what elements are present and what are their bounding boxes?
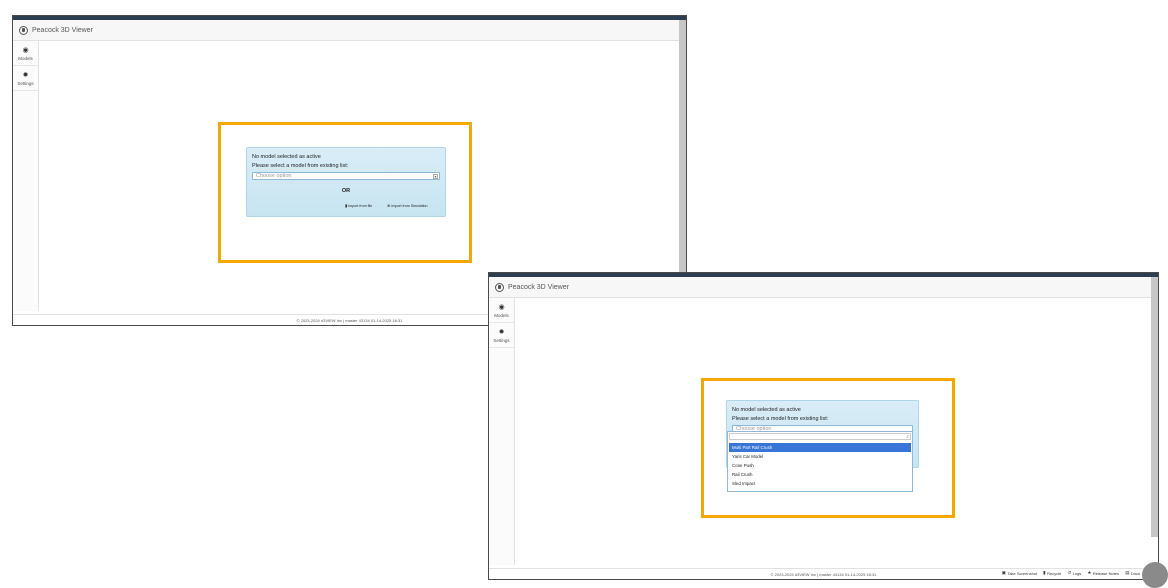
action-label: Release Notes (1092, 570, 1120, 576)
select-prompt-text: Please select a model from existing list… (732, 416, 829, 422)
viewer-window-2: Peacock 3D Viewer ◉ Models ✹ Settings No… (488, 272, 1159, 580)
app-title: Peacock 3D Viewer (32, 26, 93, 34)
docs-button[interactable]: ▤ Docs (1125, 570, 1140, 576)
dropdown-option[interactable]: Sled Impact (729, 479, 911, 488)
sidebar-item-models[interactable]: ◉ Models (489, 298, 514, 323)
title-bar: Peacock 3D Viewer (13, 20, 686, 41)
logs-button[interactable]: ↺ Logs (1067, 570, 1081, 576)
search-icon: ⌕ (906, 434, 909, 440)
app-title: Peacock 3D Viewer (508, 283, 569, 291)
no-model-text: No model selected as active (732, 407, 801, 413)
sidebar-item-label: Settings (493, 338, 510, 343)
plus-circle-icon: ⊕ (387, 203, 391, 208)
model-select-panel: No model selected as active Please selec… (246, 147, 446, 217)
cube-icon: ◉ (498, 304, 505, 311)
import-file-label: Import from file (348, 203, 373, 208)
camera-icon: ▣ (1001, 570, 1006, 575)
model-select[interactable]: Choose option ▾ (252, 172, 440, 180)
sidebar-item-settings[interactable]: ✹ Settings (13, 66, 38, 91)
release-notes-button[interactable]: ★ Release Notes (1087, 570, 1119, 576)
sidebar: ◉ Models ✹ Settings (489, 298, 515, 565)
dropdown-option[interactable]: Rail Crush (729, 470, 911, 479)
recycle-button[interactable]: ▮ Recycle (1043, 570, 1061, 576)
select-prompt-text: Please select a model from existing list… (252, 163, 349, 169)
no-model-text: No model selected as active (252, 154, 321, 160)
dropdown-option[interactable]: Yaris Car Model (729, 452, 911, 461)
import-simulation-label: Import from Simulation (391, 203, 428, 208)
cube-icon: ◉ (22, 47, 29, 54)
gear-icon: ✹ (22, 72, 29, 79)
scrollbar[interactable] (679, 20, 686, 275)
sidebar-item-models[interactable]: ◉ Models (13, 41, 38, 66)
app-logo-icon (19, 25, 28, 35)
action-label: Logs (1072, 570, 1082, 576)
gear-icon: ✹ (498, 329, 505, 336)
book-icon: ▤ (1125, 570, 1130, 575)
dropdown-search-input[interactable]: ⌕ (729, 433, 911, 440)
import-simulation-button[interactable]: ⊕ Import from Simulation (387, 203, 428, 208)
app-logo-icon (495, 282, 504, 292)
sidebar-item-label: Models (18, 56, 33, 61)
or-text: OR (341, 188, 351, 194)
sidebar-item-label: Settings (17, 81, 34, 86)
sidebar: ◉ Models ✹ Settings (13, 41, 39, 311)
import-file-button[interactable]: ▮ Import from file (345, 203, 372, 208)
model-dropdown: ⌕ Multi Part Rail Crush Yaris Car Model … (727, 431, 913, 492)
action-label: Take Screenshot (1007, 570, 1038, 576)
action-label: Docs (1130, 570, 1140, 576)
copyright-text: © 2023-2024 d3VIEW Inc | master 43134 01… (296, 317, 403, 323)
file-icon: ▮ (345, 203, 348, 208)
title-bar: Peacock 3D Viewer (489, 277, 1158, 298)
chevron-down-icon: ▾ (433, 174, 438, 179)
sidebar-item-settings[interactable]: ✹ Settings (489, 323, 514, 348)
scrollbar[interactable] (1151, 277, 1158, 537)
sidebar-item-label: Models (494, 313, 509, 318)
dropdown-option[interactable]: Cone Push (729, 461, 911, 470)
take-screenshot-button[interactable]: ▣ Take Screenshot (1002, 570, 1038, 576)
floating-action-button[interactable] (1142, 562, 1168, 588)
history-icon: ↺ (1067, 570, 1072, 575)
action-label: Recycle (1047, 570, 1062, 576)
dropdown-option[interactable]: Multi Part Rail Crush (729, 443, 911, 452)
select-placeholder: Choose option (256, 173, 292, 179)
star-icon: ★ (1087, 570, 1092, 575)
copyright-text: © 2023-2024 d3VIEW Inc | master 43134 01… (770, 571, 877, 577)
footer-actions: ▣ Take Screenshot ▮ Recycle ↺ Logs ★ Release… (1002, 570, 1140, 576)
trash-icon: ▮ (1043, 570, 1046, 575)
